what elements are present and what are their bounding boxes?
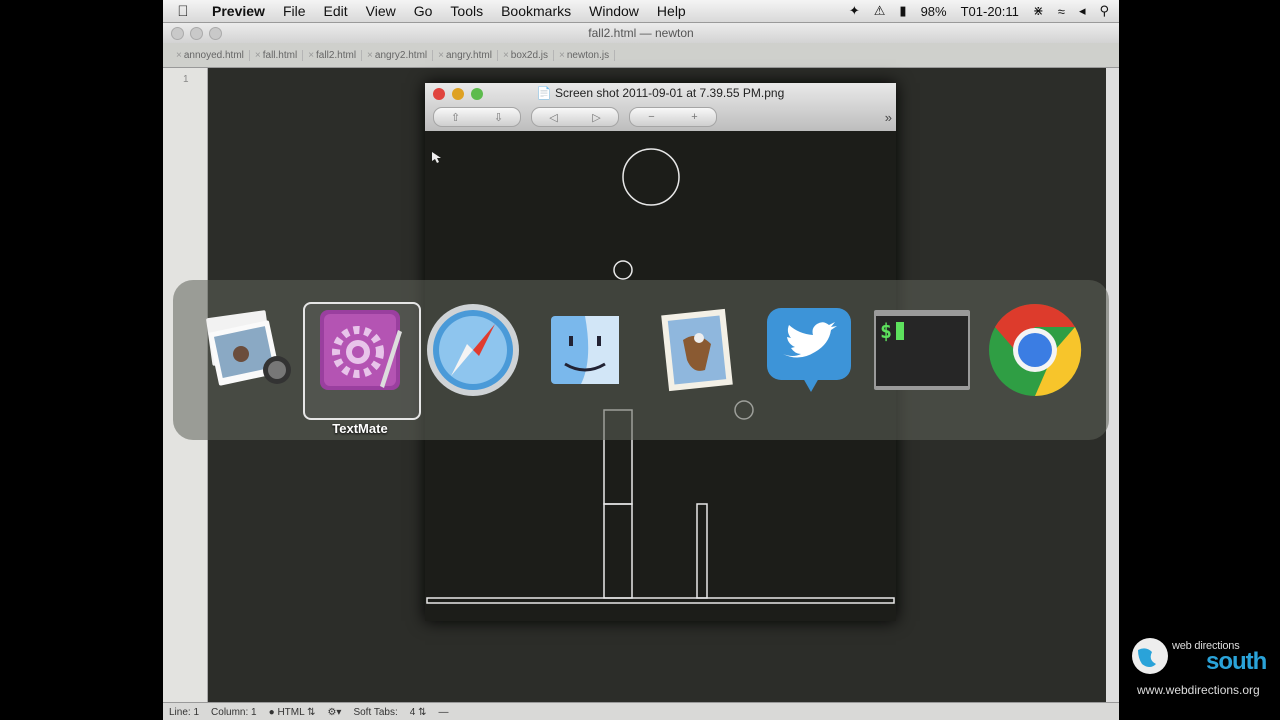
status-menus: ✦ ⚠ ▮ 98% T01-20:11 ⋇ ≈ ◂ ⚲ <box>849 0 1109 22</box>
close-tab-icon[interactable]: × <box>438 50 444 61</box>
svg-text:$: $ <box>880 319 892 343</box>
logo-line-2: south <box>1206 648 1267 675</box>
stacked-box-bottom <box>603 503 633 599</box>
page-up-down-control[interactable]: ⇧ ⇩ <box>433 107 521 127</box>
symbol-select[interactable]: — <box>438 707 448 718</box>
editor-title-bar: fall2.html — newton <box>163 23 1119 43</box>
safari-icon[interactable] <box>423 300 523 400</box>
battery-percent[interactable]: 98% <box>921 4 947 19</box>
editor-minimize-button[interactable] <box>190 27 203 40</box>
page-down-icon[interactable]: ⇩ <box>494 111 503 124</box>
mouse-cursor-icon <box>432 152 441 163</box>
tab-box2d-js[interactable]: × box2d.js <box>498 49 555 61</box>
finder-icon[interactable] <box>535 300 635 400</box>
soft-tabs-select[interactable]: 4 ⇅ <box>410 707 427 718</box>
close-tab-icon[interactable]: × <box>559 50 565 61</box>
ground <box>426 597 895 604</box>
menu-app-preview[interactable]: Preview <box>203 3 274 19</box>
warning-icon[interactable]: ⚠ <box>874 3 886 19</box>
tab-annoyed-html[interactable]: × annoyed.html <box>171 49 250 61</box>
status-line: Line: 1 <box>169 706 200 718</box>
small-ball <box>613 260 633 280</box>
bluetooth-icon[interactable]: ⋇ <box>1033 3 1044 19</box>
back-forward-control[interactable]: ◁ ▷ <box>531 107 619 127</box>
close-tab-icon[interactable]: × <box>255 50 261 61</box>
page-up-icon[interactable]: ⇧ <box>451 111 460 124</box>
iphoto-icon[interactable] <box>195 300 295 400</box>
close-tab-icon[interactable]: × <box>367 50 373 61</box>
mail-icon[interactable] <box>647 300 747 400</box>
forward-icon[interactable]: ▷ <box>592 111 600 124</box>
tab-angry-html[interactable]: × angry.html <box>433 49 498 61</box>
tab-fall2-html[interactable]: × fall2.html <box>303 49 363 61</box>
twitter-icon[interactable] <box>759 300 859 400</box>
terminal-icon[interactable]: $ <box>872 300 972 400</box>
line-number: 1 <box>183 74 189 85</box>
menu-go[interactable]: Go <box>405 3 442 19</box>
zoom-control[interactable]: − + <box>629 107 717 127</box>
large-ball <box>622 148 680 206</box>
editor-traffic-lights <box>171 27 222 40</box>
chrome-icon[interactable] <box>985 300 1085 400</box>
wifi-icon[interactable]: ≈ <box>1058 4 1065 19</box>
editor-zoom-button[interactable] <box>209 27 222 40</box>
tab-fall-html[interactable]: × fall.html <box>250 49 304 61</box>
editor-status-bar: Line: 1 Column: 1 ● HTML ⇅ ⚙▾ Soft Tabs:… <box>163 702 1119 720</box>
spotlight-search-icon[interactable]: ⚲ <box>1099 3 1109 19</box>
editor-tab-bar: × annoyed.html × fall.html × fall2.html × an… <box>163 43 1119 68</box>
close-tab-icon[interactable]: × <box>308 50 314 61</box>
app-switcher: TextMate $ <box>173 280 1109 440</box>
close-tab-icon[interactable]: × <box>503 50 509 61</box>
close-tab-icon[interactable]: × <box>176 50 182 61</box>
apple-menu-icon[interactable]:  <box>163 3 203 20</box>
globe-logo-icon <box>1132 638 1168 674</box>
language-select[interactable]: ● HTML ⇅ <box>269 707 316 718</box>
editor-close-button[interactable] <box>171 27 184 40</box>
webdirections-logo: web directions south www.webdirections.o… <box>1130 634 1275 709</box>
battery-icon[interactable]: ▮ <box>899 3 906 19</box>
clock[interactable]: T01-20:11 <box>961 4 1019 19</box>
textmate-icon[interactable] <box>310 300 410 400</box>
preview-toolbar: 📄 Screen shot 2011-09-01 at 7.39.55 PM.p… <box>425 83 896 131</box>
gear-icon[interactable]: ⚙▾ <box>327 707 341 718</box>
menu-tools[interactable]: Tools <box>441 3 492 19</box>
editor-title: fall2.html — newton <box>588 26 694 40</box>
zoom-in-icon[interactable]: + <box>691 111 697 123</box>
menu-edit[interactable]: Edit <box>315 3 357 19</box>
menu-view[interactable]: View <box>357 3 405 19</box>
thin-pillar <box>696 503 708 599</box>
logo-url: www.webdirections.org <box>1137 683 1260 697</box>
preview-tool-groups: ⇧ ⇩ ◁ ▷ − + <box>433 107 717 127</box>
menu-file[interactable]: File <box>274 3 315 19</box>
menu-window[interactable]: Window <box>580 3 648 19</box>
tab-angry2-html[interactable]: × angry2.html <box>362 49 434 61</box>
selected-app-label: TextMate <box>332 421 388 436</box>
menu-help[interactable]: Help <box>648 3 695 19</box>
back-icon[interactable]: ◁ <box>549 111 557 124</box>
zoom-out-icon[interactable]: − <box>648 111 654 123</box>
toolbar-overflow-icon[interactable]: » <box>885 110 892 125</box>
menu-bookmarks[interactable]: Bookmarks <box>492 3 580 19</box>
preview-title: 📄 Screen shot 2011-09-01 at 7.39.55 PM.p… <box>536 86 785 100</box>
volume-icon[interactable]: ◂ <box>1079 3 1086 19</box>
menu-bar:  Preview File Edit View Go Tools Bookma… <box>163 0 1119 23</box>
tab-newton-js[interactable]: × newton.js <box>554 49 616 61</box>
soft-tabs-label: Soft Tabs: <box>353 706 398 718</box>
status-column: Column: 1 <box>211 706 257 718</box>
screen:  Preview File Edit View Go Tools Bookma… <box>163 0 1119 720</box>
twitter-status-icon[interactable]: ✦ <box>849 3 860 19</box>
